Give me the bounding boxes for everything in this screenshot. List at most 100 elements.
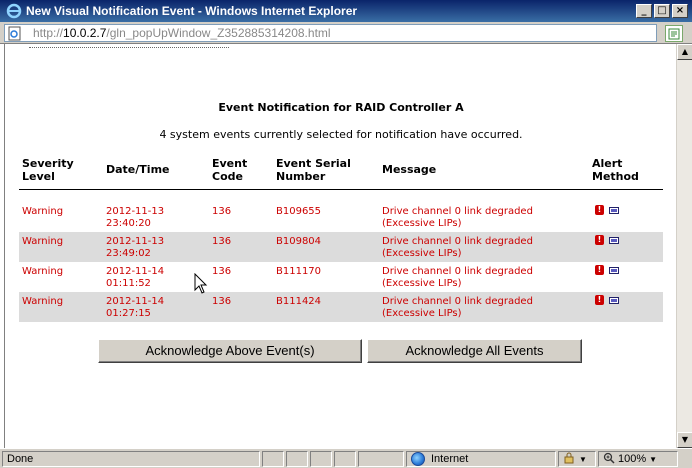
status-bar: Done Internet ▼ 100% ▼ — [0, 448, 692, 468]
event-time: 23:49:02 — [106, 248, 151, 259]
col-code-line2: Code — [212, 170, 243, 183]
acknowledge-all-button[interactable]: Acknowledge All Events — [367, 339, 582, 363]
col-serial-line1: Event Serial — [276, 157, 351, 170]
certificate-icon[interactable] — [665, 25, 683, 42]
col-severity: Severity Level — [22, 157, 74, 183]
page-content: Event Notification for RAID Controller A… — [4, 44, 676, 448]
acknowledge-above-button[interactable]: Acknowledge Above Event(s) — [98, 339, 362, 363]
minimize-button[interactable]: _ — [636, 4, 652, 18]
event-message: Drive channel 0 link degraded (Excessive… — [382, 206, 533, 230]
exclamation-icon: ! — [595, 265, 604, 275]
event-message-line2: (Excessive LIPs) — [382, 218, 462, 229]
security-zone[interactable]: Internet — [406, 451, 556, 467]
alert-method: ! — [595, 295, 619, 305]
event-message-line2: (Excessive LIPs) — [382, 278, 462, 289]
exclamation-icon: ! — [595, 235, 604, 245]
col-alert-line2: Method — [592, 170, 639, 183]
chevron-down-icon: ▼ — [579, 454, 587, 464]
event-severity: Warning — [22, 206, 64, 217]
mail-icon — [609, 267, 619, 274]
event-datetime: 2012-11-14 01:27:15 — [106, 296, 164, 320]
event-serial: B111170 — [276, 266, 322, 277]
event-date: 2012-11-13 — [106, 236, 165, 247]
alert-method: ! — [595, 265, 619, 275]
window-title: New Visual Notification Event - Windows … — [26, 4, 358, 18]
event-severity: Warning — [22, 296, 64, 307]
address-path: /gln_popUpWindow_Z352885314208.html — [106, 26, 331, 40]
page-icon — [7, 25, 23, 41]
col-alert-line1: Alert — [592, 157, 623, 170]
status-panel — [310, 451, 332, 467]
col-code: Event Code — [212, 157, 247, 183]
event-severity: Warning — [22, 236, 64, 247]
event-severity: Warning — [22, 266, 64, 277]
alert-method: ! — [595, 205, 619, 215]
event-message-line1: Drive channel 0 link degraded — [382, 266, 533, 277]
event-row: Warning 2012-11-14 01:27:15 136 B111424 … — [19, 292, 663, 322]
zoom-control[interactable]: 100% ▼ — [598, 451, 678, 467]
event-datetime: 2012-11-14 01:11:52 — [106, 266, 164, 290]
col-severity-line2: Level — [22, 170, 55, 183]
ie-logo-icon — [6, 3, 22, 19]
maximize-button[interactable]: □ — [654, 4, 670, 18]
event-message-line1: Drive channel 0 link degraded — [382, 236, 533, 247]
event-serial: B111424 — [276, 296, 322, 307]
status-text: Done — [2, 451, 260, 467]
col-datetime: Date/Time — [106, 163, 170, 176]
event-message-line1: Drive channel 0 link degraded — [382, 206, 533, 217]
event-code: 136 — [212, 296, 232, 307]
mail-icon — [609, 207, 619, 214]
globe-icon — [411, 452, 425, 466]
col-serial-line2: Number — [276, 170, 326, 183]
zoom-level: 100% — [618, 453, 647, 465]
scroll-up-button[interactable]: ▲ — [677, 44, 692, 60]
event-date: 2012-11-14 — [106, 266, 165, 277]
lock-icon — [563, 452, 575, 467]
zone-label: Internet — [431, 453, 469, 465]
menu-remnant — [29, 44, 229, 48]
event-message: Drive channel 0 link degraded (Excessive… — [382, 296, 533, 320]
event-code: 136 — [212, 266, 232, 277]
window-titlebar[interactable]: New Visual Notification Event - Windows … — [0, 0, 692, 22]
scroll-down-button[interactable]: ▼ — [677, 432, 692, 448]
event-row: Warning 2012-11-13 23:40:20 136 B109655 … — [19, 202, 663, 232]
chevron-down-icon: ▼ — [649, 454, 658, 464]
mail-icon — [609, 297, 619, 304]
event-row: Warning 2012-11-14 01:11:52 136 B111170 … — [19, 262, 663, 292]
address-bar: http:// 10.0.2.7 /gln_popUpWindow_Z35288… — [0, 22, 692, 44]
page-subheading: 4 system events currently selected for n… — [159, 128, 523, 141]
exclamation-icon: ! — [595, 205, 604, 215]
event-code: 136 — [212, 236, 232, 247]
col-code-line1: Event — [212, 157, 248, 170]
address-field[interactable]: http:// 10.0.2.7 /gln_popUpWindow_Z35288… — [4, 24, 657, 42]
event-message: Drive channel 0 link degraded (Excessive… — [382, 236, 533, 260]
event-date: 2012-11-13 — [106, 206, 165, 217]
col-message: Message — [382, 163, 437, 176]
status-panel — [286, 451, 308, 467]
event-datetime: 2012-11-13 23:40:20 — [106, 206, 164, 230]
event-time: 01:11:52 — [106, 278, 151, 289]
event-time: 01:27:15 — [106, 308, 151, 319]
event-serial: B109804 — [276, 236, 322, 247]
event-row: Warning 2012-11-13 23:49:02 136 B109804 … — [19, 232, 663, 262]
mail-icon — [609, 237, 619, 244]
event-code: 136 — [212, 206, 232, 217]
mouse-cursor-icon — [194, 272, 208, 299]
vertical-scrollbar[interactable]: ▲ ▼ — [676, 44, 692, 448]
event-message-line2: (Excessive LIPs) — [382, 308, 462, 319]
event-message-line1: Drive channel 0 link degraded — [382, 296, 533, 307]
protected-mode[interactable]: ▼ — [558, 451, 596, 467]
event-serial: B109655 — [276, 206, 322, 217]
exclamation-icon: ! — [595, 295, 604, 305]
close-button[interactable]: × — [672, 4, 688, 18]
alert-method: ! — [595, 235, 619, 245]
col-alert: Alert Method — [592, 157, 639, 183]
col-serial: Event Serial Number — [276, 157, 351, 183]
zoom-icon — [603, 452, 615, 467]
status-panel — [358, 451, 404, 467]
col-severity-line1: Severity — [22, 157, 74, 170]
header-divider — [19, 189, 663, 190]
status-panel — [334, 451, 356, 467]
status-panel — [262, 451, 284, 467]
event-date: 2012-11-14 — [106, 296, 165, 307]
